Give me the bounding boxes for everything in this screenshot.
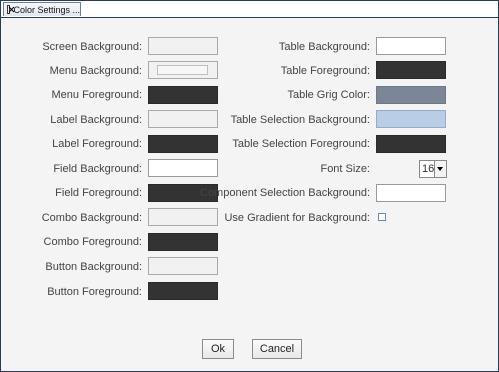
button-foreground-swatch[interactable] (148, 282, 218, 300)
menu-foreground-label: Menu Foreground: (51, 89, 143, 101)
component-selection-background-swatch[interactable] (376, 184, 446, 202)
table-grid-color-swatch[interactable] (376, 86, 446, 104)
label-background-label: Label Background: (50, 114, 142, 126)
table-grid-color-label: Table Grig Color: (287, 89, 370, 101)
tab-strip: Color Settings ... (1, 1, 498, 18)
table-background-label: Table Background: (278, 41, 370, 53)
table-selection-foreground-swatch[interactable] (376, 135, 446, 153)
combo-foreground-label: Combo Foreground: (43, 236, 142, 248)
menu-background-label: Menu Background: (49, 65, 142, 77)
tab-color-settings[interactable]: Color Settings ... (3, 2, 81, 16)
table-foreground-label: Table Foreground: (280, 65, 370, 77)
ok-button[interactable]: Ok (202, 339, 234, 359)
label-foreground-label: Label Foreground: (52, 138, 142, 150)
use-gradient-checkbox[interactable] (378, 213, 386, 221)
table-selection-background-label: Table Selection Background: (230, 114, 370, 126)
button-background-label: Button Background: (45, 261, 142, 273)
cancel-button[interactable]: Cancel (252, 339, 302, 359)
button-foreground-label: Button Foreground: (47, 286, 142, 298)
screen-background-label: Screen Background: (42, 41, 142, 53)
close-icon[interactable] (7, 5, 11, 14)
use-gradient-label: Use Gradient for Background: (224, 212, 370, 224)
font-size-value: 16 (422, 163, 435, 175)
chevron-down-icon[interactable] (434, 161, 446, 177)
table-background-swatch[interactable] (376, 37, 446, 55)
table-selection-foreground-label: Table Selection Foreground: (232, 138, 370, 150)
component-selection-background-label: Component Selection Background: (200, 187, 370, 199)
table-selection-background-swatch[interactable] (376, 110, 446, 128)
font-size-combo[interactable]: 16 (419, 160, 447, 178)
combo-background-label: Combo Background: (41, 212, 142, 224)
tab-title: Color Settings ... (13, 4, 80, 15)
field-foreground-label: Field Foreground: (55, 187, 142, 199)
font-size-label: Font Size: (320, 163, 370, 175)
field-background-label: Field Background: (53, 163, 142, 175)
combo-foreground-swatch[interactable] (148, 233, 218, 251)
button-background-swatch[interactable] (148, 257, 218, 275)
table-foreground-swatch[interactable] (376, 61, 446, 79)
